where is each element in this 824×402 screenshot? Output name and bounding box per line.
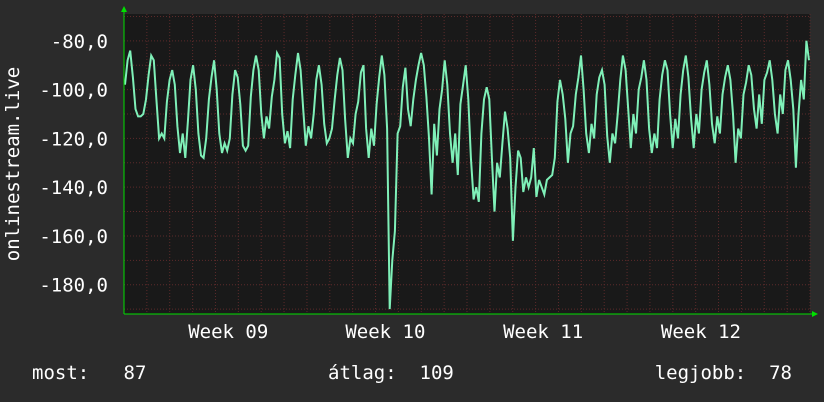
y-ticks: -80,0 -100,0 -120,0 -140,0 -160,0 -180,0 bbox=[39, 31, 108, 297]
chart: -80,0 -100,0 -120,0 -140,0 -160,0 -180,0 Week… bbox=[2, 6, 818, 343]
x-tick-label: Week 12 bbox=[661, 321, 741, 343]
y-tick-label: -80,0 bbox=[51, 31, 108, 53]
stat-current: most: 87 bbox=[32, 362, 147, 384]
y-tick-label: -100,0 bbox=[39, 80, 108, 102]
y-tick-label: -160,0 bbox=[39, 226, 108, 248]
x-tick-label: Week 10 bbox=[345, 321, 425, 343]
stat-average: átlag: 109 bbox=[328, 362, 454, 384]
y-tick-label: -120,0 bbox=[39, 128, 108, 150]
x-tick-label: Week 09 bbox=[188, 321, 268, 343]
x-axis-arrow bbox=[812, 311, 818, 317]
stat-best: legjobb: 78 bbox=[654, 362, 792, 384]
x-ticks: Week 09 Week 10 Week 11 Week 12 bbox=[188, 321, 741, 343]
y-tick-label: -180,0 bbox=[39, 275, 108, 297]
y-axis-label: onlinestream.live bbox=[2, 67, 24, 261]
x-tick-label: Week 11 bbox=[503, 321, 583, 343]
y-tick-label: -140,0 bbox=[39, 177, 108, 199]
y-axis-arrow bbox=[121, 6, 127, 12]
